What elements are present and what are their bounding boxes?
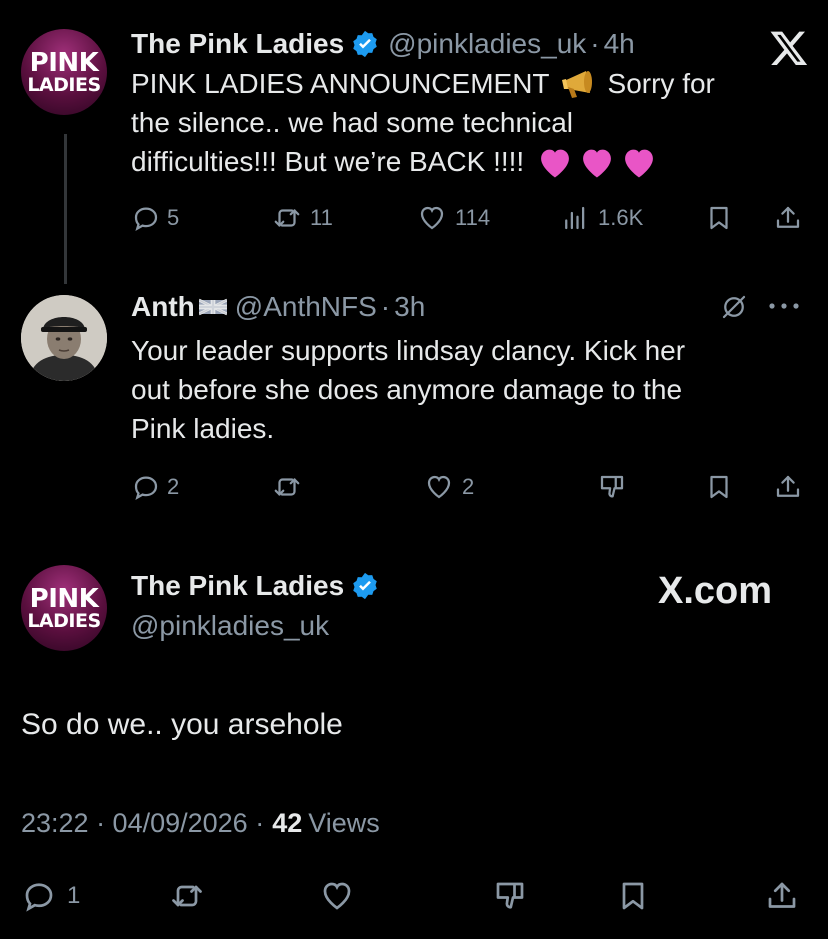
share-icon	[768, 882, 796, 908]
bookmark-button[interactable]	[704, 203, 734, 233]
share-icon	[776, 206, 800, 228]
share-button[interactable]	[773, 472, 803, 502]
views-button[interactable]: 1.6K	[560, 203, 643, 233]
reply-header: Anth @AnthNFS · 3h	[131, 287, 425, 327]
bookmark-button[interactable]	[704, 472, 734, 502]
reply-button[interactable]: 2	[131, 472, 179, 502]
timestamp[interactable]: 4h	[604, 28, 635, 60]
retweet-button[interactable]	[272, 472, 302, 502]
more-options-icon[interactable]	[764, 296, 804, 316]
retweet-icon	[172, 885, 202, 907]
pink-heart-icon	[583, 149, 612, 177]
megaphone-icon	[561, 70, 592, 98]
pink-heart-icon	[625, 149, 654, 177]
tweet-meta: 23:22 · 04/09/2026 · 42 Views	[21, 808, 380, 839]
tweet1-text: PINK LADIES ANNOUNCEMENT Sorry for the s…	[131, 68, 715, 179]
reply-icon	[25, 883, 53, 912]
main-tweet-text: So do we.. you arsehole	[21, 708, 343, 741]
retweet-button[interactable]	[169, 878, 205, 914]
grok-icon[interactable]	[719, 292, 749, 322]
bookmark-icon	[710, 206, 728, 230]
share-button[interactable]	[773, 203, 803, 233]
dot-separator: ·	[380, 291, 391, 322]
views-label: Views	[308, 808, 380, 838]
display-name[interactable]: The Pink Ladies	[131, 28, 344, 60]
share-button[interactable]	[764, 878, 800, 914]
handle[interactable]: @AnthNFS	[235, 291, 377, 323]
pink-heart-icon	[541, 149, 570, 177]
verified-badge-icon	[353, 30, 377, 58]
retweet-button[interactable]: 11	[272, 203, 333, 233]
bookmark-button[interactable]	[615, 878, 651, 914]
like-button[interactable]	[319, 878, 355, 914]
retweet-icon	[274, 209, 300, 227]
downvote-button[interactable]	[597, 472, 627, 502]
verified-badge-icon	[353, 572, 377, 600]
share-icon	[776, 475, 800, 497]
views-count: 42	[272, 808, 303, 838]
bar-chart-icon	[565, 206, 585, 230]
handle[interactable]: @pinkladies_uk	[131, 606, 380, 646]
dot-separator: ·	[590, 28, 600, 59]
pink-ladies-avatar[interactable]: PINK LADIES	[21, 565, 107, 651]
boy-in-cap-photo	[21, 295, 107, 381]
uk-flag-icon	[198, 298, 227, 316]
heart-icon	[427, 475, 451, 499]
timestamp[interactable]: 23:22 · 04/09/2026 ·	[21, 808, 264, 839]
display-name[interactable]: Anth	[131, 291, 195, 323]
display-name[interactable]: The Pink Ladies	[131, 570, 344, 602]
downvote-button[interactable]	[492, 878, 528, 914]
pink-ladies-avatar[interactable]: PINK LADIES	[21, 29, 107, 115]
reply-text: Your leader supports lindsay clancy. Kic…	[131, 335, 686, 444]
handle[interactable]: @pinkladies_uk	[388, 28, 586, 60]
heart-icon	[420, 206, 444, 230]
bookmark-icon	[710, 475, 728, 499]
watermark: X.com	[658, 570, 773, 612]
bookmark-icon	[622, 882, 644, 910]
main-author: The Pink Ladies @pinkladies_uk	[131, 566, 380, 646]
tweet1-header: The Pink Ladies @pinkladies_uk · 4h	[131, 24, 635, 64]
thumbs-down-icon	[600, 475, 624, 498]
like-button[interactable]: 2	[424, 472, 474, 502]
reply-button[interactable]: 1	[21, 878, 80, 914]
x-logo-icon[interactable]	[767, 28, 811, 68]
reply-icon	[134, 476, 158, 500]
reply-button[interactable]: 5	[131, 203, 179, 233]
anth-avatar[interactable]	[21, 295, 107, 381]
thread-line	[64, 134, 67, 284]
reply-icon	[134, 207, 158, 231]
timestamp[interactable]: 3h	[394, 291, 425, 323]
like-button[interactable]: 114	[417, 203, 490, 233]
pink-hearts	[536, 145, 658, 179]
heart-icon	[323, 882, 351, 910]
retweet-icon	[274, 478, 300, 496]
thumbs-down-icon	[496, 882, 524, 909]
